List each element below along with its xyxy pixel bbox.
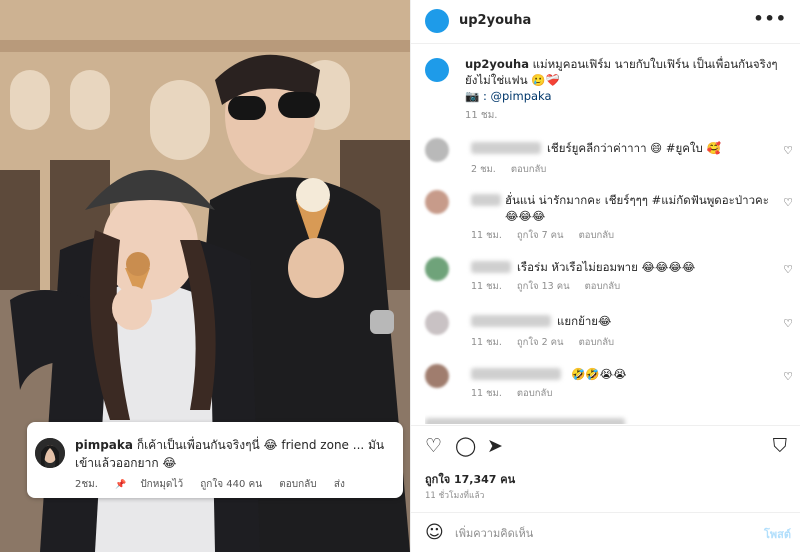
post-actions: ♡ ◯ ➤ ⛉ ถูกใจ 17,347 คน 11 ชั่วโมงที่แล้… xyxy=(411,425,800,501)
pin-icon: 📌 xyxy=(115,480,127,490)
author-username[interactable]: up2youha xyxy=(459,13,531,28)
comment-icon[interactable]: ◯ xyxy=(455,436,476,456)
overlay-comment-meta: 2ชม. 📌 ปักหมุดไว้ ถูกใจ 440 คน ตอบกลับ ส่… xyxy=(75,477,359,492)
comment-avatar[interactable] xyxy=(425,257,449,281)
comment-time: 11 ชม. xyxy=(471,337,502,348)
comment-input[interactable] xyxy=(455,523,735,543)
comment-username-blurred[interactable] xyxy=(471,261,511,273)
comment-likes[interactable]: ถูกใจ 2 คน xyxy=(517,337,564,348)
comment-composer: ☺ โพสต์ xyxy=(411,512,800,552)
pimpaka-avatar[interactable] xyxy=(35,438,65,468)
overlay-comment-username[interactable]: pimpaka xyxy=(75,438,133,452)
overlay-comment-reply[interactable]: ตอบกลับ xyxy=(279,479,316,490)
comment-avatar[interactable] xyxy=(425,190,449,214)
like-heart-icon[interactable]: ♡ xyxy=(425,436,442,456)
pinned-comment-overlay: pimpaka ก็เค้าเป็นเพื่อนกันจริงๆนี่ 😂 fr… xyxy=(27,422,403,498)
comment-reply[interactable]: ตอบกลับ xyxy=(511,164,547,175)
comment-reply[interactable]: ตอบกลับ xyxy=(579,337,615,348)
like-comment-heart-icon[interactable]: ♡ xyxy=(783,144,793,157)
comment-time: 2 ชม. xyxy=(471,164,496,175)
emoji-icon[interactable]: ☺ xyxy=(425,522,444,543)
comment-text: เรือร่ม หัวเรือไม่ยอมพาย 😂😂😂😂 xyxy=(517,260,696,274)
comment-time: 11 ชม. xyxy=(471,281,502,292)
comment-likes[interactable]: ถูกใจ 13 คน xyxy=(517,281,570,292)
overlay-comment-time: 2ชม. xyxy=(75,479,98,490)
instagram-post-view: pimpaka ก็เค้าเป็นเพื่อนกันจริงๆนี่ 😂 fr… xyxy=(0,0,800,552)
caption-time: 11 ชม. xyxy=(465,110,498,121)
comment-username-blurred[interactable] xyxy=(471,315,551,327)
overlay-comment-body: pimpaka ก็เค้าเป็นเพื่อนกันจริงๆนี่ 😂 fr… xyxy=(75,436,395,472)
comment-partial-blurred xyxy=(425,418,625,424)
comment-avatar[interactable] xyxy=(425,138,449,162)
comment-username-blurred[interactable] xyxy=(471,142,541,154)
caption-username[interactable]: up2youha xyxy=(465,57,529,71)
author-avatar[interactable] xyxy=(425,9,449,33)
comment-username-blurred[interactable] xyxy=(471,368,561,380)
post-header: up2youha ••• xyxy=(411,0,800,44)
like-comment-heart-icon[interactable]: ♡ xyxy=(783,263,793,276)
more-options-icon[interactable]: ••• xyxy=(753,9,787,28)
overlay-comment-pin[interactable]: ปักหมุดไว้ xyxy=(140,479,183,490)
share-icon[interactable]: ➤ xyxy=(487,436,503,456)
comment-meta: 11 ชม. ถูกใจ 13 คน ตอบกลับ xyxy=(471,279,632,294)
post-sidebar: up2youha ••• up2youha แม่หมูคอนเฟิร์ม นา… xyxy=(410,0,800,552)
comment-likes[interactable]: ถูกใจ 7 คน xyxy=(517,230,564,241)
likes-count[interactable]: ถูกใจ 17,347 คน xyxy=(425,470,515,488)
comment-meta: 11 ชม. ถูกใจ 7 คน ตอบกลับ xyxy=(471,228,626,243)
comment-text: แยกย้าย😂 xyxy=(557,314,612,328)
caption-text-block: up2youha แม่หมูคอนเฟิร์ม นายกับใบเฟิร์น … xyxy=(465,56,785,104)
bookmark-icon[interactable]: ⛉ xyxy=(773,436,787,456)
comment-avatar[interactable] xyxy=(425,311,449,335)
comment-item-partial xyxy=(425,414,797,424)
comment-avatar[interactable] xyxy=(425,364,449,388)
overlay-comment-send[interactable]: ส่ง xyxy=(334,479,345,490)
comment-reply[interactable]: ตอบกลับ xyxy=(579,230,615,241)
comment-reply[interactable]: ตอบกลับ xyxy=(585,281,621,292)
comment-reply[interactable]: ตอบกลับ xyxy=(517,388,553,399)
like-comment-heart-icon[interactable]: ♡ xyxy=(783,196,793,209)
like-comment-heart-icon[interactable]: ♡ xyxy=(783,317,793,330)
comment-meta: 11 ชม. ถูกใจ 2 คน ตอบกลับ xyxy=(471,335,626,350)
caption-avatar[interactable] xyxy=(425,58,449,82)
avatar-image xyxy=(35,438,65,468)
caption-credit[interactable]: 📷 : @pimpaka xyxy=(465,89,552,103)
overlay-comment-likes[interactable]: ถูกใจ 440 คน xyxy=(200,479,262,490)
comment-username-blurred[interactable] xyxy=(471,194,501,206)
comment-text: ฮั่นแน่ น่ารักมากคะ เชียร์ๆๆๆ #แม่กัดฟัน… xyxy=(505,193,769,223)
comment-text: 🤣🤣😭😭 xyxy=(571,367,627,381)
comment-meta: 11 ชม. ตอบกลับ xyxy=(471,386,564,401)
comment-time: 11 ชม. xyxy=(471,388,502,399)
posted-time: 11 ชั่วโมงที่แล้ว xyxy=(425,491,485,501)
post-comment-button[interactable]: โพสต์ xyxy=(764,525,791,543)
like-comment-heart-icon[interactable]: ♡ xyxy=(783,370,793,383)
comment-text: เชียร์ยูคลีกว่าค่าาาา 😄 #ยูคใบ 🥰 xyxy=(547,141,721,155)
comment-meta: 2 ชม. ตอบกลับ xyxy=(471,162,558,177)
comment-time: 11 ชม. xyxy=(471,230,502,241)
